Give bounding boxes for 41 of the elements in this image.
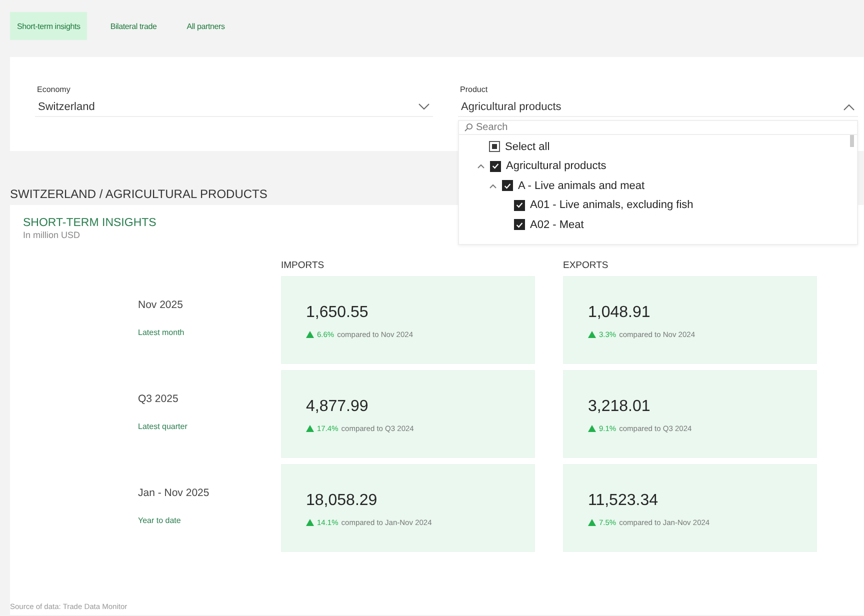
kpi-value: 4,877.99: [306, 398, 370, 416]
kpi-value: 3,218.01: [588, 398, 652, 416]
tab[interactable]: Short-term insights: [10, 12, 88, 40]
collapse-icon[interactable]: [477, 163, 485, 170]
period-caption: Year to date: [138, 516, 182, 525]
period-label: Jan - Nov 2025: [138, 487, 210, 499]
chevron-icon[interactable]: [843, 103, 855, 111]
collapse-icon[interactable]: [489, 182, 497, 189]
checkbox[interactable]: [502, 180, 513, 192]
tree-item-label[interactable]: A - Live animals and meat: [518, 180, 645, 192]
tab[interactable]: All partners: [180, 12, 232, 40]
section-heading: SWITZERLAND / AGRICULTURAL PRODUCTS: [10, 187, 268, 203]
period-label: Nov 2025: [138, 299, 184, 311]
tree-item-label[interactable]: A01 - Live animals, excluding fish: [530, 199, 694, 212]
field-label: Economy: [37, 85, 70, 94]
insights-title: SHORT-TERM INSIGHTS: [23, 217, 156, 229]
search-field[interactable]: Search: [476, 122, 676, 133]
kpi-value: 18,058.29: [306, 492, 378, 510]
column-heading: IMPORTS: [281, 260, 326, 271]
checkbox[interactable]: [514, 219, 525, 230]
chevron-icon[interactable]: [418, 103, 430, 111]
unit-note: In million USD: [23, 230, 82, 240]
economy-dropdown[interactable]: Switzerland: [35, 98, 433, 117]
kpi-value: 1,650.55: [306, 304, 370, 322]
column-heading: EXPORTS: [563, 260, 610, 271]
checkbox[interactable]: [489, 141, 500, 152]
field-label: Product: [460, 85, 488, 94]
kpi-value: 1,048.91: [588, 304, 652, 322]
search-icon: [464, 123, 473, 132]
select-all-label[interactable]: Select all: [505, 140, 550, 153]
scrollbar-thumb[interactable]: [850, 135, 854, 147]
kpi-value: 11,523.34: [588, 492, 659, 510]
tree-item-label[interactable]: Agricultural products: [506, 160, 606, 172]
period-label: Q3 2025: [138, 393, 180, 405]
checkbox[interactable]: [490, 160, 501, 172]
tab[interactable]: Bilateral trade: [103, 12, 164, 40]
product-dropdown[interactable]: Agricultural products: [458, 98, 858, 117]
period-caption: Latest month: [138, 328, 186, 337]
tree-item-label[interactable]: A02 - Meat: [530, 218, 584, 231]
period-caption: Latest quarter: [138, 422, 188, 431]
checkbox[interactable]: [514, 200, 525, 211]
